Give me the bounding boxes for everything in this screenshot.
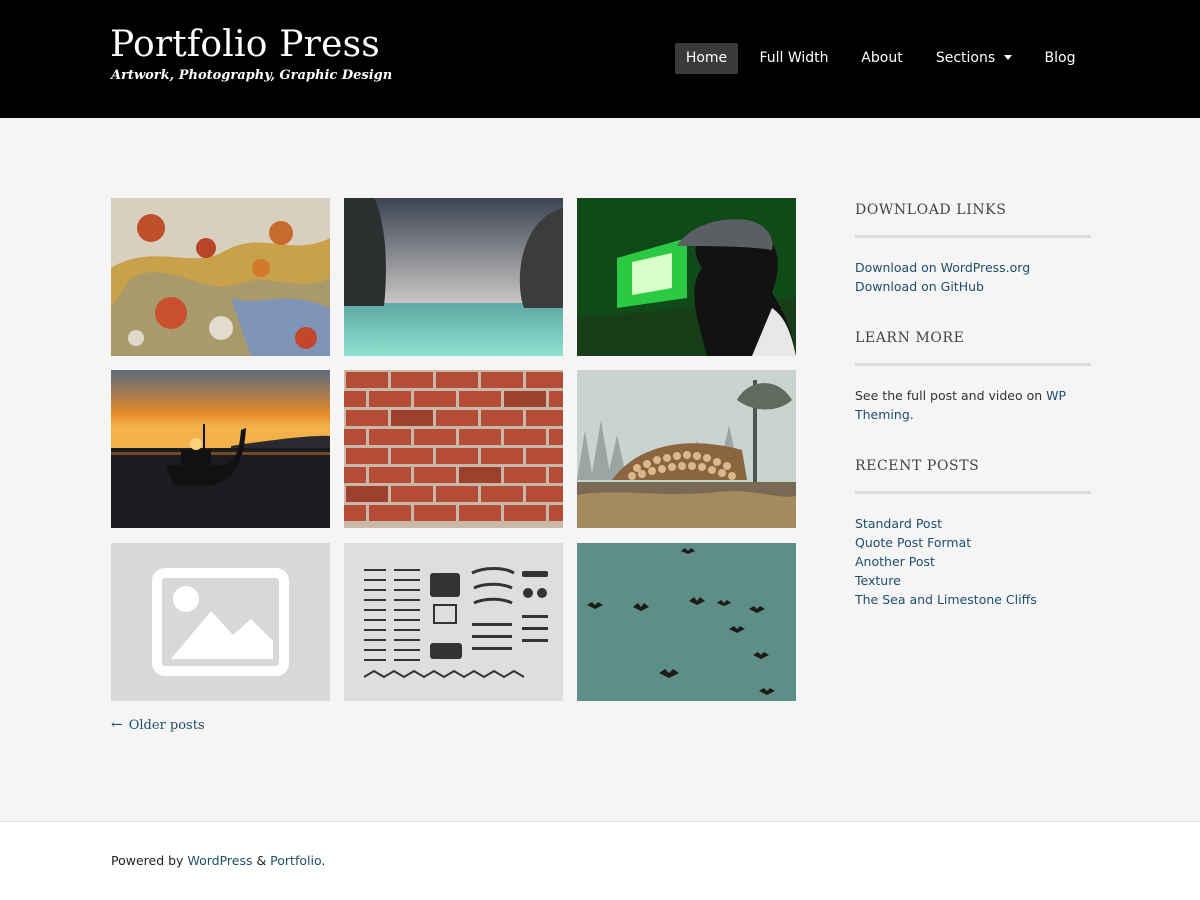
nav-item-sections[interactable]: Sections	[929, 43, 1019, 74]
recent-post-link[interactable]: The Sea and Limestone Cliffs	[855, 590, 1037, 609]
site-footer: Powered by WordPress & Portfolio.	[0, 821, 1200, 900]
footer-prefix: Powered by	[111, 853, 188, 868]
nav-item-label: Blog	[1044, 50, 1076, 66]
nav-item-home[interactable]: Home	[675, 43, 738, 74]
portfolio-thumbnail[interactable]	[577, 198, 796, 356]
footer-amp: &	[252, 853, 271, 868]
nav-item-label: About	[861, 50, 903, 66]
main-nav: Home Full Width About Sections Blog	[0, 43, 1200, 74]
portfolio-thumbnail[interactable]	[111, 370, 330, 528]
widget-title-recent: RECENT POSTS	[855, 458, 980, 474]
green-room-image	[577, 198, 796, 356]
older-posts-link[interactable]: ← Older posts	[111, 717, 205, 733]
download-github-link[interactable]: Download on GitHub	[855, 277, 984, 296]
widget-title-learn: LEARN MORE	[855, 330, 965, 346]
boat-sunset-image	[111, 370, 330, 528]
recent-post-link[interactable]: Another Post	[855, 552, 935, 571]
caret-down-icon	[1004, 54, 1013, 60]
brick-wall-image	[344, 370, 563, 528]
nav-item-full-width[interactable]: Full Width	[752, 43, 836, 74]
learn-more-period: .	[909, 407, 914, 422]
peeling-paint-image	[111, 198, 330, 356]
recent-post-link[interactable]: Texture	[855, 571, 901, 590]
footer-credits: Powered by WordPress & Portfolio.	[111, 853, 325, 868]
older-posts-label: Older posts	[128, 718, 205, 733]
sea-cliffs-image	[344, 198, 563, 356]
portfolio-thumbnail[interactable]	[344, 198, 563, 356]
learn-more-copy: See the full post and video on	[855, 388, 1047, 403]
site-header: Portfolio Press Artwork, Photography, Gr…	[0, 0, 1200, 118]
nav-item-label: Sections	[935, 50, 996, 66]
arrow-left-icon: ←	[111, 717, 123, 733]
recent-post-link[interactable]: Quote Post Format	[855, 533, 971, 552]
portfolio-thumbnail[interactable]	[111, 198, 330, 356]
portfolio-thumbnail[interactable]	[344, 370, 563, 528]
log-pile-forest-image	[577, 370, 796, 528]
learn-more-text: See the full post and video on WP Themin…	[855, 386, 1091, 424]
download-wordpress-link[interactable]: Download on WordPress.org	[855, 258, 1030, 277]
birds-sky-image	[577, 543, 796, 701]
portfolio-link[interactable]: Portfolio	[270, 853, 321, 868]
portfolio-thumbnail[interactable]	[577, 370, 796, 528]
wordpress-link[interactable]: WordPress	[187, 853, 252, 868]
nav-item-label: Home	[685, 50, 728, 66]
typewriter-parts-image	[344, 543, 563, 701]
nav-item-label: Full Width	[759, 50, 829, 66]
nav-item-about[interactable]: About	[852, 43, 912, 74]
portfolio-thumbnail[interactable]	[111, 543, 330, 701]
widget-divider	[855, 491, 1091, 494]
recent-post-link[interactable]: Standard Post	[855, 514, 942, 533]
portfolio-thumbnail[interactable]	[344, 543, 563, 701]
portfolio-thumbnail[interactable]	[577, 543, 796, 701]
image-placeholder-icon	[111, 543, 330, 701]
widget-title-download: DOWNLOAD LINKS	[855, 202, 1007, 218]
widget-divider	[855, 363, 1091, 366]
nav-item-blog[interactable]: Blog	[1035, 43, 1085, 74]
footer-suffix: .	[321, 853, 326, 868]
widget-divider	[855, 235, 1091, 238]
